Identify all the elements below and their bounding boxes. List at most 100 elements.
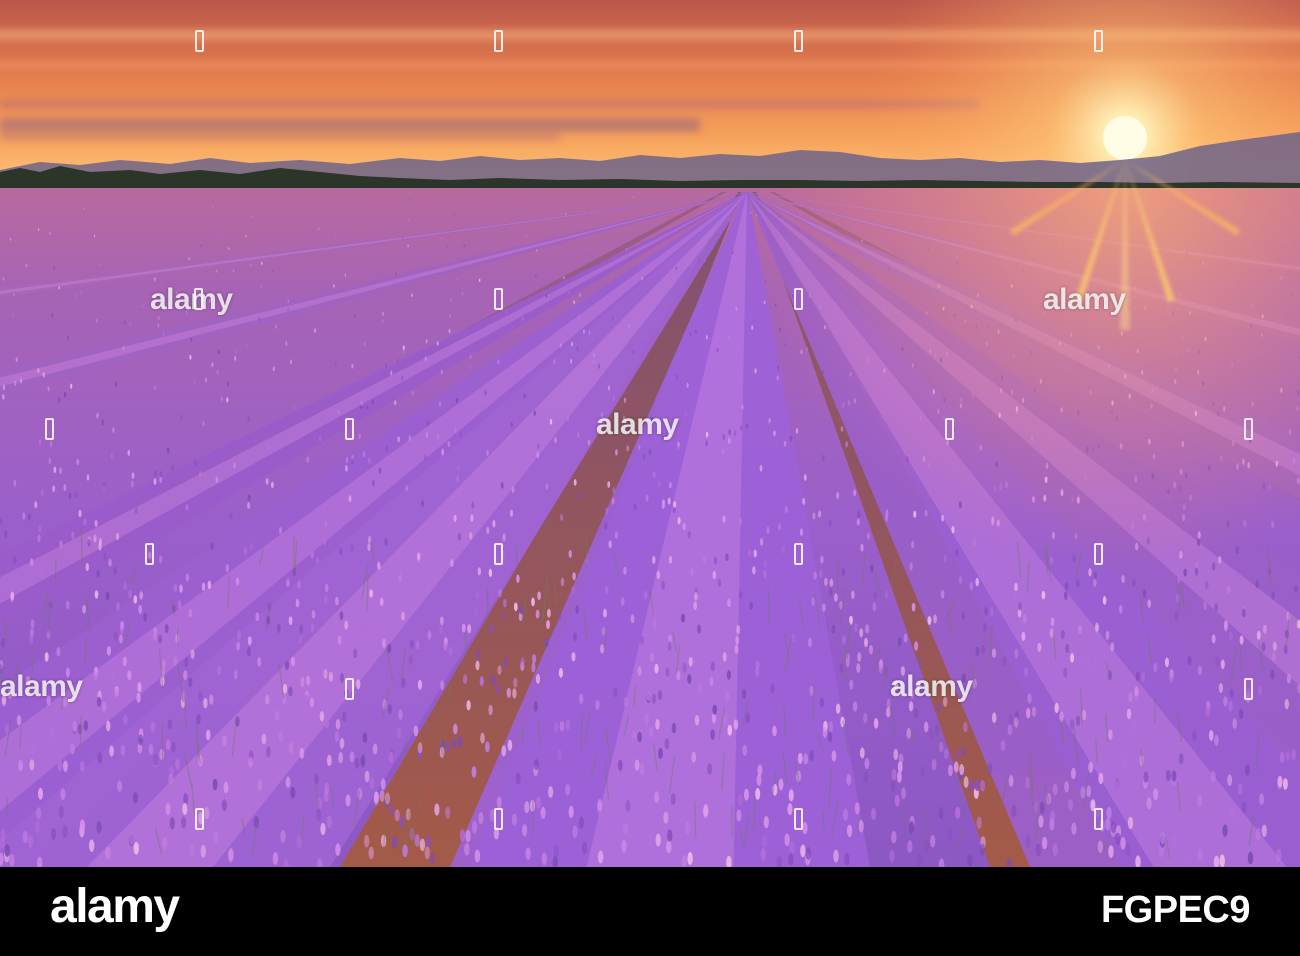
lavender-blossom xyxy=(691,751,697,763)
lavender-blossom xyxy=(34,820,41,833)
lavender-blossom xyxy=(1054,702,1059,714)
lavender-blossom xyxy=(873,718,879,729)
lavender-blossom xyxy=(1025,707,1031,719)
lavender-blossom xyxy=(1284,698,1289,710)
lavender-blossom xyxy=(105,720,111,732)
lavender-blossom xyxy=(339,737,345,749)
lavender-blossom xyxy=(117,780,123,793)
lavender-blossom xyxy=(364,770,370,783)
lavender-blossom xyxy=(859,747,865,759)
lavender-blossom xyxy=(148,743,154,755)
lavender-blossom xyxy=(1178,753,1184,765)
lavender-blossom xyxy=(1120,836,1126,850)
lavender-blossom xyxy=(991,712,997,723)
lavender-blossom xyxy=(557,749,562,761)
lavender-blossom xyxy=(165,739,171,751)
lavender-blossom xyxy=(136,692,141,703)
lavender-blossom xyxy=(613,687,618,698)
lavender-blossom xyxy=(934,724,940,736)
lavender-blossom xyxy=(637,731,642,743)
lavender-blossom xyxy=(62,760,68,773)
lavender-blossom xyxy=(1127,816,1134,830)
lavender-blossom xyxy=(434,803,440,816)
lavender-blossom xyxy=(565,783,571,796)
lavender-blossom xyxy=(666,840,672,854)
lavender-blossom xyxy=(223,781,229,794)
lavender-blossom xyxy=(1219,854,1225,867)
lavender-blossom xyxy=(890,780,896,793)
lavender-blossom xyxy=(72,721,77,732)
lavender-blossom xyxy=(198,812,204,825)
lavender-blossom xyxy=(200,844,206,858)
lavender-blossom xyxy=(913,707,919,719)
lavender-blossom xyxy=(175,758,181,771)
lavender-blossom xyxy=(478,811,484,825)
lavender-blossom xyxy=(1229,688,1234,699)
lavender-blossom xyxy=(1007,724,1013,736)
lavender-blossom xyxy=(863,771,869,784)
lavender-blossom xyxy=(907,840,913,853)
lavender-blossom xyxy=(930,834,936,848)
lavender-blossom xyxy=(209,694,214,705)
lavender-blossom xyxy=(169,816,175,830)
lavender-blossom xyxy=(831,750,837,762)
lavender-blossom xyxy=(129,832,135,845)
lavender-blossom xyxy=(727,724,733,736)
lavender-blossom xyxy=(1261,824,1267,838)
lavender-blossom xyxy=(705,780,711,793)
lavender-blossom xyxy=(1223,696,1228,707)
lavender-blossom xyxy=(196,714,201,725)
lavender-blossom xyxy=(760,848,767,861)
sun xyxy=(1103,116,1147,160)
lavender-blossom xyxy=(947,764,953,777)
lavender-blossom xyxy=(894,794,900,807)
lavender-blossom xyxy=(1160,831,1166,844)
lavender-blossom xyxy=(968,780,974,793)
lavender-blossom xyxy=(344,688,349,699)
lavender-blossom xyxy=(846,824,853,838)
lavender-blossom xyxy=(854,802,860,815)
lavender-blossom xyxy=(372,743,378,755)
sunlit-field-tint xyxy=(0,188,1300,688)
lavender-blossom xyxy=(1210,770,1216,783)
lavender-blossom xyxy=(1049,818,1055,831)
lavender-blossom xyxy=(788,852,794,866)
lavender-blossom xyxy=(429,852,436,866)
lavender-blossom xyxy=(171,742,176,754)
lavender-blossom xyxy=(1110,820,1116,834)
lavender-blossom xyxy=(559,720,565,732)
lavender-stem xyxy=(419,791,422,813)
lavender-blossom xyxy=(159,748,165,761)
lavender-blossom xyxy=(163,822,169,835)
lavender-blossom xyxy=(204,807,210,820)
lavender-blossom xyxy=(114,688,119,699)
lavender-blossom xyxy=(334,731,340,743)
lavender-blossom xyxy=(852,701,858,712)
lavender-blossom xyxy=(335,719,341,730)
lavender-blossom xyxy=(846,773,852,786)
lavender-blossom xyxy=(955,806,961,819)
lavender-blossom xyxy=(987,762,993,775)
lavender-blossom xyxy=(4,844,10,857)
lavender-blossom xyxy=(670,850,677,864)
lavender-blossom xyxy=(488,704,493,716)
lavender-blossom xyxy=(394,809,400,822)
lavender-blossom xyxy=(419,838,426,852)
lavender-blossom xyxy=(38,787,43,800)
lavender-blossom xyxy=(79,819,86,832)
lavender-blossom xyxy=(931,759,937,771)
stock-photo-frame: alamy alamy alamy alamy alamy alamy FGPEC9 xyxy=(0,0,1300,956)
lavender-blossom xyxy=(1039,801,1045,814)
lavender-blossom xyxy=(57,760,63,772)
lavender-blossom xyxy=(70,743,75,755)
lavender-blossom xyxy=(424,846,430,860)
lavender-blossom xyxy=(923,839,930,853)
lavender-blossom xyxy=(228,849,234,863)
lavender-blossom xyxy=(1291,749,1296,761)
lavender-blossom xyxy=(30,745,36,757)
lavender-blossom xyxy=(457,736,463,748)
lavender-blossom xyxy=(342,711,347,722)
lavender-stem xyxy=(196,723,199,758)
lavender-blossom xyxy=(0,828,6,842)
lavender-blossom xyxy=(1229,805,1235,819)
